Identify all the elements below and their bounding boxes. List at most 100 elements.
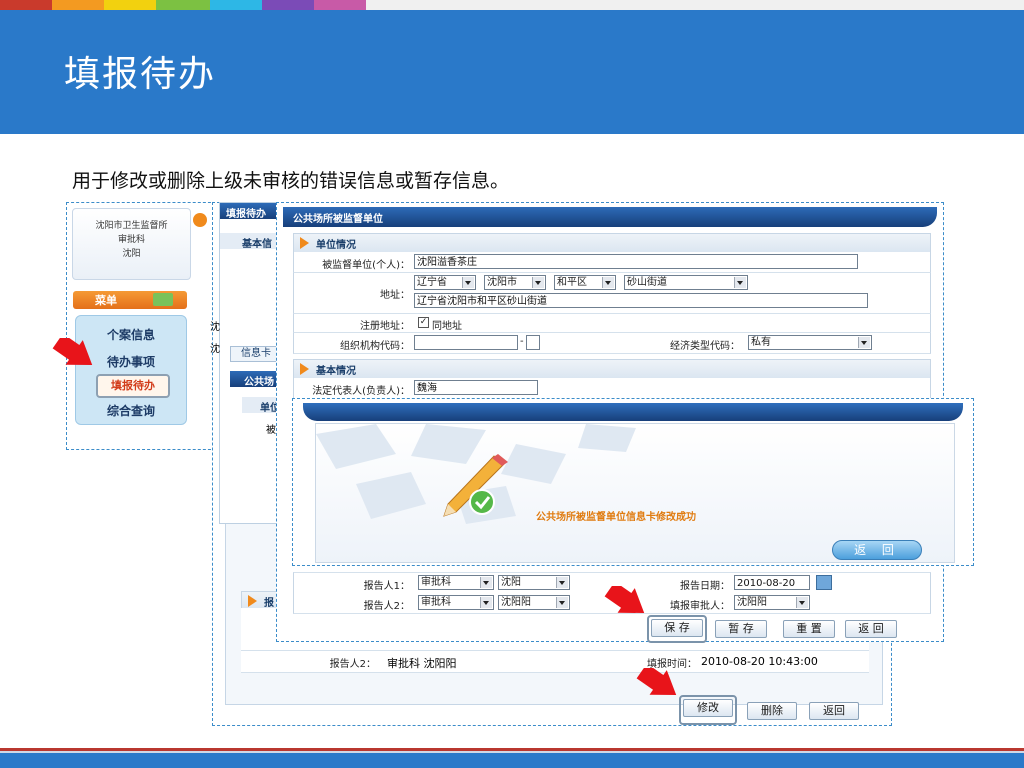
org-code-label: 组织机构代码： xyxy=(340,341,410,352)
dialog-body: 公共场所被监督单位信息卡修改成功 返 回 xyxy=(315,423,955,563)
chevron-down-icon xyxy=(462,277,474,288)
reporter1-dept-value: 审批科 xyxy=(421,577,451,588)
chevron-down-icon xyxy=(480,577,492,588)
address-label: 地址： xyxy=(380,290,410,301)
unit-label: 被监督单位(个人)： xyxy=(322,260,410,271)
approver-select[interactable]: 沈阳阳 xyxy=(734,595,810,610)
same-address-checkbox[interactable]: ✓ xyxy=(418,317,429,328)
save-button-highlight: 保 存 xyxy=(647,615,707,643)
delete-button[interactable]: 删除 xyxy=(747,702,797,720)
section-unit-label: 单位情况 xyxy=(316,240,356,251)
menu-header-label: 菜单 xyxy=(95,294,117,307)
reporter2-name-select[interactable]: 沈阳阳 xyxy=(498,595,570,610)
form-row-legal-rep: 法定代表人(负责人)： 魏海 xyxy=(293,378,931,399)
same-address-label: 同地址 xyxy=(432,321,462,332)
chevron-down-icon xyxy=(556,597,568,608)
stripe-swatch xyxy=(314,0,366,10)
form-row-reg-address: 注册地址： ✓ 同地址 xyxy=(293,314,931,333)
list-view-title: 填报待办 xyxy=(226,209,266,220)
stripe-swatch xyxy=(210,0,262,10)
menu-item-fill-todo[interactable]: 填报待办 xyxy=(96,374,170,398)
section-basic-label: 基本情况 xyxy=(316,366,356,377)
street-select[interactable]: 砂山街道 xyxy=(624,275,748,290)
org-logo-box: 沈阳市卫生监督所 审批科 沈阳 xyxy=(72,208,191,280)
list-subtitle: 公共场 xyxy=(244,377,274,388)
reporter2-label: 报告人2： xyxy=(363,601,410,612)
chevron-down-icon xyxy=(858,337,870,348)
econ-type-value: 私有 xyxy=(751,337,771,348)
stripe-swatch xyxy=(156,0,210,10)
stripe-swatch xyxy=(0,0,52,10)
province-select[interactable]: 辽宁省 xyxy=(414,275,476,290)
district-value: 和平区 xyxy=(557,277,587,288)
collapse-icon[interactable] xyxy=(193,213,207,227)
chevron-down-icon xyxy=(796,597,808,608)
save-button[interactable]: 保 存 xyxy=(651,619,703,637)
reporter1-label: 报告人1： xyxy=(363,581,410,592)
dialog-titlebar xyxy=(303,403,963,421)
reporter2-dept-value: 审批科 xyxy=(421,597,451,608)
reporter2-value: 审批科 沈阳阳 xyxy=(387,657,457,670)
chevron-down-icon xyxy=(480,597,492,608)
section-label: 报 xyxy=(264,598,274,609)
menu-header: 菜单 xyxy=(73,291,187,309)
edit-button-highlight: 修改 xyxy=(679,695,737,725)
menu-screenshot: 沈阳市卫生监督所 审批科 沈阳 菜单 个案信息 待办事项 填报待办 综合查询 xyxy=(66,202,216,450)
tab-info-card[interactable]: 信息卡 xyxy=(230,346,282,362)
red-arrow-icon xyxy=(52,338,93,366)
section-basic: 基本情况 xyxy=(293,359,931,379)
pencil-check-icon xyxy=(443,454,508,517)
dialog-return-button[interactable]: 返 回 xyxy=(832,540,922,560)
address-input[interactable]: 辽宁省沈阳市和平区砂山街道 xyxy=(414,293,868,308)
slide-title: 填报待办 xyxy=(64,54,217,95)
return-button[interactable]: 返回 xyxy=(809,702,859,720)
report-date-input[interactable]: 2010-08-20 xyxy=(734,575,810,590)
section-arrow-icon xyxy=(300,237,309,249)
chevron-down-icon xyxy=(556,577,568,588)
reg-address-label: 注册地址： xyxy=(360,321,410,332)
econ-type-select[interactable]: 私有 xyxy=(748,335,872,350)
edit-button[interactable]: 修改 xyxy=(683,699,733,717)
reporter1-name-value: 沈阳 xyxy=(501,577,521,588)
reporter1-dept-select[interactable]: 审批科 xyxy=(418,575,494,590)
calendar-icon[interactable] xyxy=(816,575,832,590)
success-message: 公共场所被监督单位信息卡修改成功 xyxy=(536,512,696,523)
list-row-text: 沈 xyxy=(210,322,220,333)
section-unit: 单位情况 xyxy=(293,233,931,253)
form-row-unit: 被监督单位(个人)： 沈阳溢香茶庄 xyxy=(293,252,931,273)
section-arrow-icon xyxy=(300,363,309,375)
form-title: 公共场所被监督单位 xyxy=(293,214,383,225)
econ-type-label: 经济类型代码： xyxy=(670,341,740,352)
back-button[interactable]: 返 回 xyxy=(845,620,897,638)
org-code-input[interactable] xyxy=(414,335,518,350)
reporter1-name-select[interactable]: 沈阳 xyxy=(498,575,570,590)
red-arrow-icon xyxy=(636,668,677,696)
reporter2-dept-select[interactable]: 审批科 xyxy=(418,595,494,610)
district-select[interactable]: 和平区 xyxy=(554,275,616,290)
section-arrow-icon xyxy=(248,595,257,607)
reporter2-label: 报告人2： xyxy=(329,659,376,670)
reset-button[interactable]: 重 置 xyxy=(783,620,835,638)
org-code-check-input[interactable] xyxy=(526,335,540,350)
menu-list: 个案信息 待办事项 填报待办 综合查询 xyxy=(75,315,187,425)
red-arrow-icon xyxy=(604,586,645,614)
table-row: 报告人2： 审批科 沈阳阳 填报时间： 2010-08-20 10:43:00 xyxy=(241,651,869,673)
list-section-label: 基本信 xyxy=(242,239,272,250)
province-value: 辽宁省 xyxy=(417,277,447,288)
fill-time-value: 2010-08-20 10:43:00 xyxy=(701,655,818,668)
color-stripe xyxy=(0,0,1024,10)
form-row-org-code: 组织机构代码： - 经济类型代码： 私有 xyxy=(293,333,931,354)
unit-name-input[interactable]: 沈阳溢香茶庄 xyxy=(414,254,858,269)
list-row-label: 被 xyxy=(266,425,276,436)
draft-button[interactable]: 暂 存 xyxy=(715,620,767,638)
footer-bar xyxy=(0,753,1024,768)
reporter2-name-value: 沈阳阳 xyxy=(501,597,531,608)
book-icon xyxy=(153,293,173,306)
stripe-swatch xyxy=(104,0,156,10)
street-value: 砂山街道 xyxy=(627,277,667,288)
legal-rep-input[interactable]: 魏海 xyxy=(414,380,538,395)
chevron-down-icon xyxy=(734,277,746,288)
stripe-swatch xyxy=(262,0,314,10)
city-select[interactable]: 沈阳市 xyxy=(484,275,546,290)
menu-item-query[interactable]: 综合查询 xyxy=(76,402,186,419)
